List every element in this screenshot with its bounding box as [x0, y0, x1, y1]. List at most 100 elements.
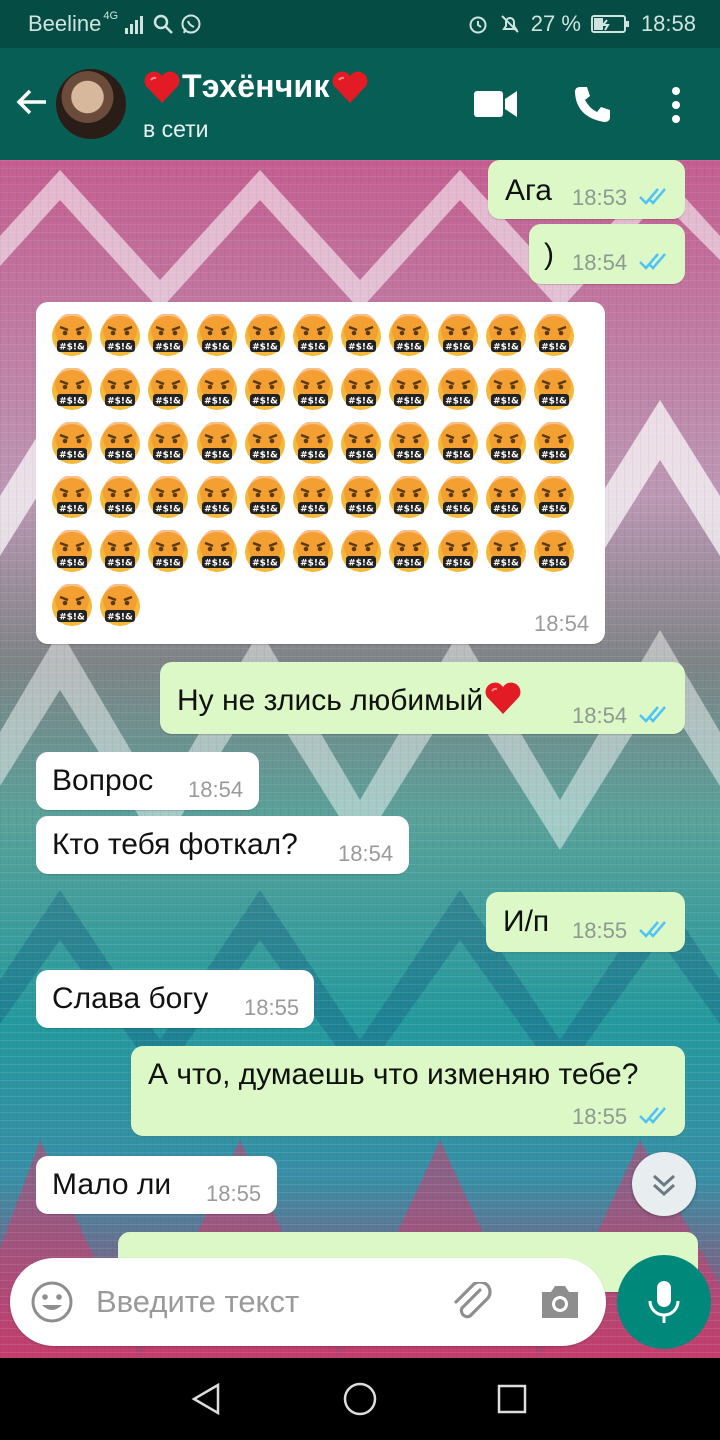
symbols-face-emoji-icon: #$!&	[196, 530, 237, 572]
system-navigation-bar	[0, 1358, 720, 1440]
message-composer[interactable]: Введите текст	[10, 1258, 606, 1346]
symbols-face-emoji-icon: #$!&	[148, 476, 189, 518]
symbols-face-emoji-icon: #$!&	[341, 530, 382, 572]
svg-text:#$!&: #$!&	[107, 613, 133, 623]
symbols-face-emoji-icon: #$!&	[534, 368, 574, 410]
read-ticks-icon	[639, 188, 666, 205]
message-time: 18:55	[572, 1104, 628, 1129]
message-outgoing[interactable]: И/п 18:55	[486, 892, 685, 952]
more-icon[interactable]	[668, 86, 684, 124]
video-call-icon[interactable]	[474, 88, 518, 120]
message-text: Слава богу	[52, 982, 209, 1015]
symbols-face-emoji-icon: #$!&	[196, 422, 237, 464]
symbols-face-emoji-icon: #$!&	[485, 476, 526, 518]
svg-text:#$!&: #$!&	[59, 343, 85, 353]
symbols-face-emoji-icon: #$!&	[534, 476, 574, 518]
symbols-face-emoji-icon: #$!&	[341, 314, 382, 356]
svg-text:#$!&: #$!&	[541, 343, 567, 353]
emoji-icon[interactable]	[30, 1280, 74, 1324]
message-incoming-emoji[interactable]: #$!& #$!& #$!& #$!& #$!& #$!& #$!& #$!& #$!& #$!&…	[36, 302, 605, 644]
heart-icon	[144, 71, 180, 103]
message-time: 18:53	[572, 185, 628, 210]
contact-name[interactable]: Тэхёнчик	[142, 68, 370, 105]
symbols-face-emoji-icon: #$!&	[534, 422, 574, 464]
symbols-face-emoji-icon: #$!&	[389, 476, 430, 518]
svg-text:#$!&: #$!&	[252, 451, 278, 461]
chat-header: Тэхёнчик в сети	[0, 48, 720, 160]
svg-text:#$!&: #$!&	[204, 343, 230, 353]
message-text: )	[544, 238, 554, 271]
message-incoming[interactable]: Вопрос 18:54	[36, 752, 259, 810]
message-outgoing[interactable]: А что, думаешь что изменяю тебе? 18:55	[131, 1046, 685, 1136]
camera-icon[interactable]	[538, 1282, 582, 1322]
svg-text:#$!&: #$!&	[156, 505, 182, 515]
svg-text:#$!&: #$!&	[300, 343, 326, 353]
double-chevron-down-icon	[652, 1174, 676, 1197]
symbols-face-emoji-icon: #$!&	[244, 314, 285, 356]
svg-text:#$!&: #$!&	[493, 505, 519, 515]
message-time: 18:54	[188, 777, 244, 802]
mute-icon	[501, 15, 519, 33]
symbols-face-emoji-icon: #$!&	[389, 422, 430, 464]
symbols-face-emoji-icon: #$!&	[389, 314, 430, 356]
symbols-face-emoji-icon: #$!&	[52, 314, 92, 356]
avatar[interactable]	[56, 69, 126, 139]
scroll-to-bottom-button[interactable]	[632, 1152, 696, 1216]
symbols-face-emoji-icon: #$!&	[196, 476, 237, 518]
symbols-face-emoji-icon: #$!&	[52, 476, 92, 518]
symbols-face-emoji-icon: #$!&	[52, 584, 92, 626]
symbols-face-emoji-icon: #$!&	[196, 314, 237, 356]
symbols-face-emoji-icon: #$!&	[100, 422, 141, 464]
signal-icon	[125, 16, 144, 34]
svg-text:#$!&: #$!&	[348, 505, 374, 515]
message-incoming[interactable]: Мало ли 18:55	[36, 1156, 277, 1214]
back-arrow-icon[interactable]	[14, 84, 50, 120]
contact-status: в сети	[143, 116, 209, 142]
symbols-face-emoji-icon: #$!&	[52, 368, 92, 410]
svg-text:#$!&: #$!&	[348, 397, 374, 407]
svg-text:#$!&: #$!&	[493, 397, 519, 407]
message-outgoing[interactable]: ) 18:54	[529, 224, 685, 284]
svg-text:#$!&: #$!&	[107, 451, 133, 461]
nav-home-icon[interactable]	[342, 1381, 378, 1417]
symbols-face-emoji-icon: #$!&	[293, 530, 333, 572]
svg-text:#$!&: #$!&	[300, 397, 326, 407]
svg-text:#$!&: #$!&	[445, 343, 471, 353]
svg-text:#$!&: #$!&	[252, 343, 278, 353]
message-text: Вопрос	[52, 764, 154, 797]
message-input[interactable]: Введите текст	[96, 1284, 299, 1320]
svg-text:#$!&: #$!&	[59, 451, 85, 461]
symbols-face-emoji-icon: #$!&	[293, 422, 333, 464]
battery-icon	[590, 15, 629, 33]
symbols-face-emoji-icon: #$!&	[389, 530, 430, 572]
message-outgoing[interactable]: Ага 18:53	[488, 160, 685, 219]
symbols-face-emoji-icon: #$!&	[437, 314, 478, 356]
symbols-face-emoji-icon: #$!&	[485, 422, 526, 464]
contact-name-text: Тэхёнчик	[182, 68, 330, 104]
mic-button[interactable]	[617, 1255, 711, 1349]
message-outgoing[interactable]: Ну не злись любимый 18:54	[160, 662, 685, 734]
svg-text:#$!&: #$!&	[252, 559, 278, 569]
search-icon	[153, 14, 173, 34]
svg-text:#$!&: #$!&	[107, 505, 133, 515]
svg-text:#$!&: #$!&	[107, 559, 133, 569]
battery-percent: 27 %	[530, 11, 581, 36]
svg-text:#$!&: #$!&	[204, 559, 230, 569]
svg-text:#$!&: #$!&	[541, 505, 567, 515]
svg-text:#$!&: #$!&	[397, 451, 423, 461]
nav-recents-icon[interactable]	[496, 1383, 528, 1415]
message-incoming[interactable]: Кто тебя фоткал? 18:54	[36, 816, 409, 874]
svg-text:#$!&: #$!&	[397, 559, 423, 569]
svg-text:#$!&: #$!&	[252, 505, 278, 515]
svg-text:#$!&: #$!&	[204, 397, 230, 407]
svg-text:#$!&: #$!&	[348, 451, 374, 461]
nav-back-icon[interactable]	[190, 1382, 222, 1416]
message-incoming[interactable]: Слава богу 18:55	[36, 970, 314, 1028]
symbols-face-emoji-icon: #$!&	[148, 530, 189, 572]
attach-icon[interactable]	[450, 1282, 496, 1324]
clock: 18:58	[640, 11, 696, 36]
message-text: А что, думаешь что изменяю тебе?	[148, 1058, 639, 1091]
phone-icon[interactable]	[572, 84, 612, 124]
chat-area[interactable]: Ага 18:53 ) 18:54 #$!& #$!& #$!& #$!& #$!& #$…	[0, 160, 720, 1358]
symbols-face-emoji-icon: #$!&	[244, 422, 285, 464]
